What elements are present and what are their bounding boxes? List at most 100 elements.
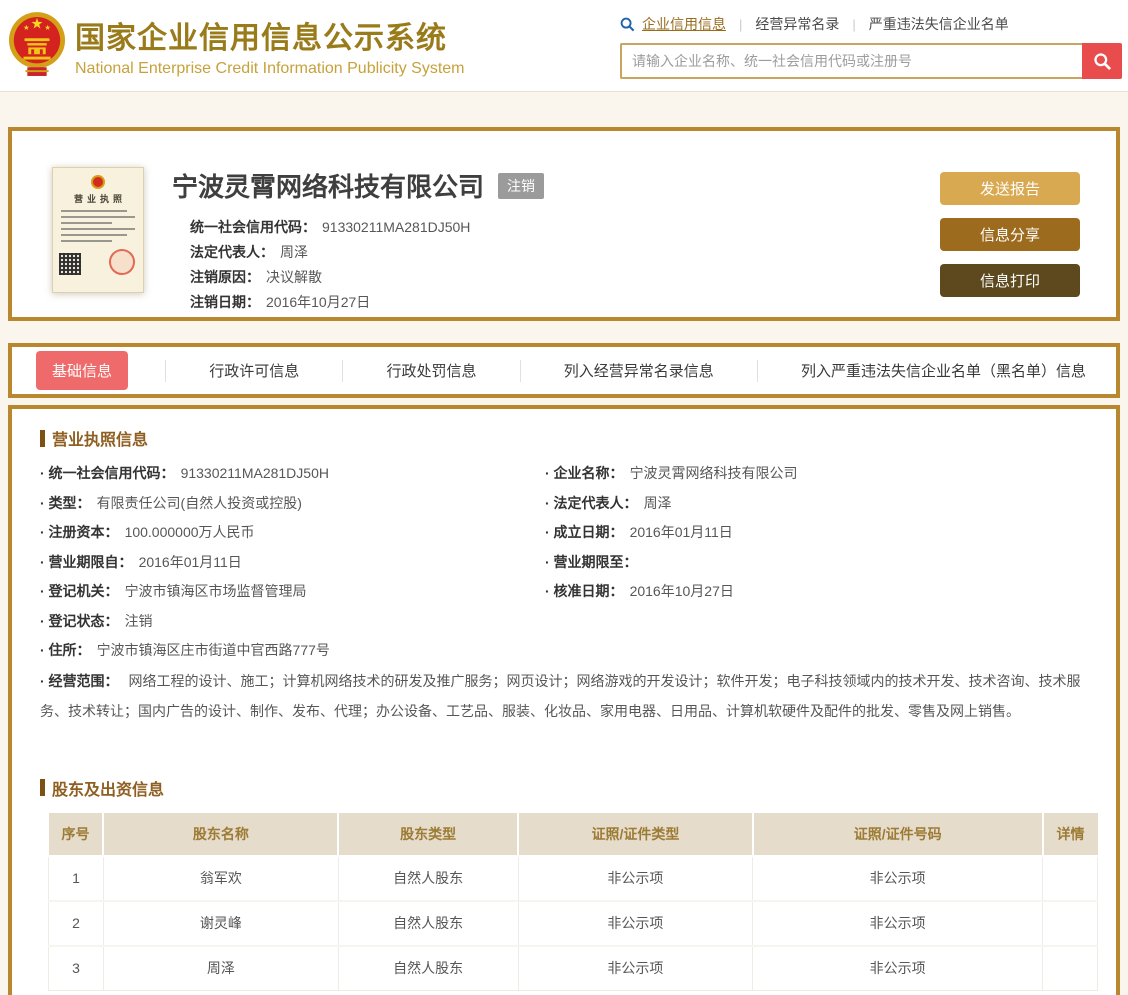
column-header: 证照/证件类型: [517, 812, 753, 856]
license-field-left: · 统一社会信用代码： 91330211MA281DJ50H: [40, 459, 545, 489]
license-qr-code: [59, 253, 81, 275]
field-value: 91330211MA281DJ50H: [322, 219, 471, 235]
search-button[interactable]: [1082, 43, 1122, 79]
table-cell: 自然人股东: [337, 854, 519, 901]
action-buttons: 发送报告信息分享信息打印: [940, 172, 1080, 317]
table-cell: 非公示项: [517, 944, 754, 991]
field-label: · 登记机关：: [40, 583, 119, 599]
print-info-button[interactable]: 信息打印: [940, 264, 1080, 297]
header-nav: 企业信用信息 | 经营异常名录 | 严重违法失信企业名单: [620, 14, 1122, 34]
nav-separator: |: [739, 16, 743, 32]
field-value: 100.000000万人民币: [124, 524, 255, 540]
table-cell: 3: [48, 944, 104, 991]
column-header: 序号: [48, 812, 104, 856]
section-marker: [40, 429, 45, 447]
field-label: 注销原因：: [190, 269, 260, 285]
tab-separator: [519, 359, 521, 382]
tab-3[interactable]: 行政处罚信息: [380, 352, 482, 389]
field-value: 周泽: [643, 494, 672, 511]
license-seal-icon: [109, 249, 135, 275]
national-emblem-icon: [8, 11, 66, 76]
table-cell: 自然人股东: [337, 899, 519, 946]
license-field-left: · 注册资本： 100.000000万人民币: [40, 518, 545, 548]
field-label: · 经营范围：: [40, 672, 119, 689]
shareholder-table-body: 1 翁军欢 自然人股东 非公示项 非公示项 2 谢灵峰 自然人股东 非公示项 非公示项 3 周泽 自然人…: [48, 854, 1098, 991]
table-cell: 1: [48, 854, 104, 901]
company-fields: 统一社会信用代码： 91330211MA281DJ50H 法定代表人： 周泽 注销原因：…: [172, 215, 920, 315]
license-field-left: · 登记状态： 注销: [40, 607, 545, 637]
field-label: 注销日期：: [190, 294, 260, 310]
license-field-row: · 注册资本： 100.000000万人民币 · 成立日期： 2016年01月11日: [40, 518, 1088, 548]
table-cell: [1042, 854, 1098, 901]
license-field-right: [545, 607, 1088, 637]
logo-area: 国家企业信用信息公示系统 National Enterprise Credit …: [8, 9, 465, 83]
tab-separator: [342, 359, 344, 382]
table-cell: 非公示项: [752, 899, 1043, 946]
field-label: · 注册资本：: [40, 524, 119, 540]
license-field-left: · 登记机关： 宁波市镇海区市场监督管理局: [40, 577, 545, 607]
nav-link-1[interactable]: 企业信用信息: [642, 14, 726, 34]
table-row: 2 谢灵峰 自然人股东 非公示项 非公示项: [48, 899, 1098, 946]
field-value: 2016年01月11日: [629, 524, 733, 540]
tab-1[interactable]: 基础信息: [36, 351, 129, 390]
license-field-left: · 营业期限自： 2016年01月11日: [40, 548, 545, 578]
tab-separator: [756, 359, 758, 382]
field-label: · 住所：: [40, 642, 91, 658]
field-label: · 企业名称：: [545, 465, 624, 481]
table-row: 1 翁军欢 自然人股东 非公示项 非公示项: [48, 854, 1098, 901]
nav-link-2[interactable]: 经营异常名录: [755, 14, 839, 34]
field-value: 2016年01月11日: [138, 553, 242, 570]
table-cell: 非公示项: [752, 854, 1043, 901]
table-cell: 谢灵峰: [102, 899, 339, 946]
tab-bar: 基础信息 行政许可信息 行政处罚信息 列入经营异常名录信息 列入严重违法失信企业名单（黑…: [8, 343, 1120, 398]
license-field-right: · 核准日期： 2016年10月27日: [545, 577, 1088, 607]
license-section-title: 营业执照信息: [40, 426, 1088, 450]
column-header: 股东类型: [337, 812, 519, 856]
license-fields: · 统一社会信用代码： 91330211MA281DJ50H · 企业名称： 宁波灵霄…: [40, 459, 1088, 666]
table-cell: 2: [48, 899, 104, 946]
section-marker: [40, 779, 45, 796]
site-title: 国家企业信用信息公示系统: [75, 22, 447, 55]
company-field-row: 统一社会信用代码： 91330211MA281DJ50H: [190, 215, 920, 240]
license-title: 营业执照: [73, 194, 126, 204]
license-field-left: · 住所： 宁波市镇海区庄市街道中官西路777号: [40, 636, 545, 666]
search-button-icon: [1093, 52, 1111, 70]
table-cell: 周泽: [102, 944, 339, 991]
field-value: 宁波市镇海区市场监督管理局: [124, 583, 307, 599]
search-input[interactable]: [620, 43, 1082, 79]
site-header: 国家企业信用信息公示系统 National Enterprise Credit …: [0, 0, 1128, 92]
table-cell: 自然人股东: [337, 944, 519, 991]
shareholder-section-title-text: 股东及出资信息: [52, 781, 165, 799]
field-value: 2016年10月27日: [629, 583, 734, 599]
column-header: 证照/证件号码: [751, 812, 1043, 856]
table-cell: 翁军欢: [102, 854, 339, 901]
search-area: 企业信用信息 | 经营异常名录 | 严重违法失信企业名单: [620, 12, 1122, 79]
license-text-lines: [59, 210, 137, 242]
field-value: 宁波灵霄网络科技有限公司: [629, 465, 798, 481]
company-field-row: 注销原因： 决议解散: [190, 265, 920, 290]
status-badge: 注销: [498, 172, 545, 199]
send-report-button[interactable]: 发送报告: [940, 172, 1080, 205]
field-label: · 类型：: [40, 494, 91, 511]
table-cell: 非公示项: [517, 854, 754, 901]
license-field-row: · 类型： 有限责任公司(自然人投资或控股) · 法定代表人： 周泽: [40, 489, 1088, 519]
license-field-left: · 类型： 有限责任公司(自然人投资或控股): [40, 489, 545, 519]
business-license-thumbnail[interactable]: 营业执照: [52, 167, 144, 293]
tab-separator: [165, 359, 167, 382]
tab-5[interactable]: 列入严重违法失信企业名单（黑名单）信息: [795, 352, 1092, 389]
tab-4[interactable]: 列入经营异常名录信息: [558, 352, 720, 389]
share-info-button[interactable]: 信息分享: [940, 218, 1080, 251]
detail-card: 营业执照信息 · 统一社会信用代码： 91330211MA281DJ50H · 企业…: [8, 405, 1120, 995]
field-value: 2016年10月27日: [266, 294, 371, 310]
nav-link-3[interactable]: 严重违法失信企业名单: [869, 14, 1009, 34]
tab-2[interactable]: 行政许可信息: [203, 352, 305, 389]
field-value: 决议解散: [266, 269, 322, 285]
site-subtitle: National Enterprise Credit Information P…: [75, 60, 465, 77]
license-section-title-text: 营业执照信息: [52, 432, 149, 449]
shareholder-table-header-row: 序号 股东名称 股东类型 证照/证件类型 证照/证件号码 详情: [48, 812, 1098, 856]
field-label: · 统一社会信用代码：: [40, 465, 175, 481]
license-emblem-icon: [91, 175, 105, 189]
field-value: 有限责任公司(自然人投资或控股): [96, 494, 302, 511]
company-name: 宁波灵霄网络科技有限公司: [172, 172, 485, 202]
nav-separator: |: [852, 16, 856, 32]
